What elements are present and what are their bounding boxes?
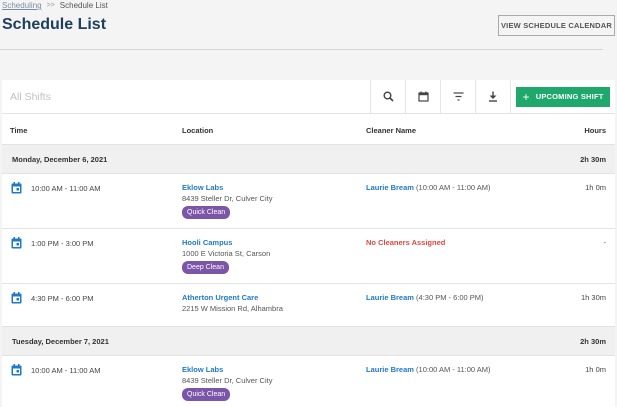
calendar-icon (417, 91, 429, 102)
shift-hours: - (603, 238, 607, 247)
schedule-card: All Shifts + UPCOMING SHIFT Time Locatio… (2, 79, 615, 407)
cleaner-link[interactable]: Laurie Bream (366, 365, 414, 374)
view-schedule-calendar-button[interactable]: VIEW SCHEDULE CALENDAR (498, 15, 615, 36)
service-tag: Quick Clean (182, 206, 231, 219)
calendar-icon (11, 182, 22, 194)
shift-hours: 1h 0m (585, 365, 606, 374)
shift-time: 10:00 AM - 11:00 AM (31, 366, 101, 375)
service-tag: Quick Clean (182, 388, 231, 401)
shift-hours: 1h 30m (580, 293, 606, 302)
day-total-hours: 2h 30m (580, 155, 606, 164)
breadcrumb: Scheduling >> Schedule List (2, 1, 108, 10)
no-cleaner-warning: No Cleaners Assigned (366, 238, 446, 247)
breadcrumb-link-scheduling[interactable]: Scheduling (2, 1, 42, 10)
search-icon (383, 91, 394, 102)
service-tag: Deep Clean (182, 261, 229, 274)
location-address: 2215 W Mission Rd, Alhambra (182, 304, 283, 313)
breadcrumb-separator: >> (46, 2, 55, 9)
cleaner-link[interactable]: Laurie Bream (366, 183, 414, 192)
cleaner-time: (10:00 AM - 11:00 AM) (416, 183, 491, 192)
filter-button[interactable] (440, 79, 475, 114)
upcoming-shift-label: UPCOMING SHIFT (535, 92, 604, 101)
column-header-time[interactable]: Time (10, 126, 27, 135)
download-button[interactable] (475, 79, 510, 114)
location-link[interactable]: Atherton Urgent Care (182, 293, 258, 302)
upcoming-shift-wrapper: + UPCOMING SHIFT (510, 79, 615, 114)
day-date: Tuesday, December 7, 2021 (12, 337, 109, 346)
cleaner-cell: Laurie Bream (4:30 PM - 6:00 PM) (366, 293, 484, 302)
shift-row[interactable]: 10:00 AM - 11:00 AM Eklow Labs 8439 Stel… (2, 356, 615, 407)
shift-time: 10:00 AM - 11:00 AM (31, 184, 101, 193)
filter-icon (453, 92, 463, 101)
column-header-hours[interactable]: Hours (584, 126, 606, 135)
toolbar: All Shifts + UPCOMING SHIFT (2, 79, 615, 114)
calendar-icon (11, 237, 22, 249)
header-divider (0, 49, 603, 50)
location-link[interactable]: Eklow Labs (182, 183, 223, 192)
day-group-header: Tuesday, December 7, 2021 2h 30m (2, 327, 615, 356)
cleaner-time: (10:00 AM - 11:00 AM) (416, 365, 491, 374)
calendar-icon (11, 364, 22, 376)
plus-icon: + (522, 89, 530, 104)
location-link[interactable]: Hooli Campus (182, 238, 232, 247)
column-header-cleaner[interactable]: Cleaner Name (366, 126, 416, 135)
breadcrumb-current: Schedule List (59, 1, 108, 10)
shift-row[interactable]: 10:00 AM - 11:00 AM Eklow Labs 8439 Stel… (2, 174, 615, 229)
table-header: Time Location Cleaner Name Hours (2, 114, 615, 145)
location-address: 1000 E Victoria St, Carson (182, 249, 271, 258)
location-address: 8439 Steller Dr, Culver City (182, 194, 273, 203)
shift-time: 1:00 PM - 3:00 PM (31, 239, 94, 248)
location-address: 8439 Steller Dr, Culver City (182, 376, 273, 385)
calendar-icon (11, 292, 22, 304)
cleaner-cell: Laurie Bream (10:00 AM - 11:00 AM) (366, 365, 491, 374)
search-input[interactable]: All Shifts (2, 91, 370, 103)
cleaner-cell: Laurie Bream (10:00 AM - 11:00 AM) (366, 183, 491, 192)
shift-hours: 1h 0m (585, 183, 606, 192)
search-button[interactable] (370, 79, 405, 114)
upcoming-shift-button[interactable]: + UPCOMING SHIFT (516, 86, 610, 107)
download-icon (489, 91, 497, 102)
column-header-location[interactable]: Location (182, 126, 213, 135)
cleaner-link[interactable]: Laurie Bream (366, 293, 414, 302)
shift-row[interactable]: 4:30 PM - 6:00 PM Atherton Urgent Care 2… (2, 284, 615, 327)
shift-row[interactable]: 1:00 PM - 3:00 PM Hooli Campus 1000 E Vi… (2, 229, 615, 284)
day-group-header: Monday, December 6, 2021 2h 30m (2, 145, 615, 174)
page-title: Schedule List (2, 16, 107, 33)
day-total-hours: 2h 30m (580, 337, 606, 346)
date-picker-button[interactable] (405, 79, 440, 114)
cleaner-time: (4:30 PM - 6:00 PM) (416, 293, 484, 302)
day-date: Monday, December 6, 2021 (12, 155, 108, 164)
shift-time: 4:30 PM - 6:00 PM (31, 294, 94, 303)
location-link[interactable]: Eklow Labs (182, 365, 223, 374)
